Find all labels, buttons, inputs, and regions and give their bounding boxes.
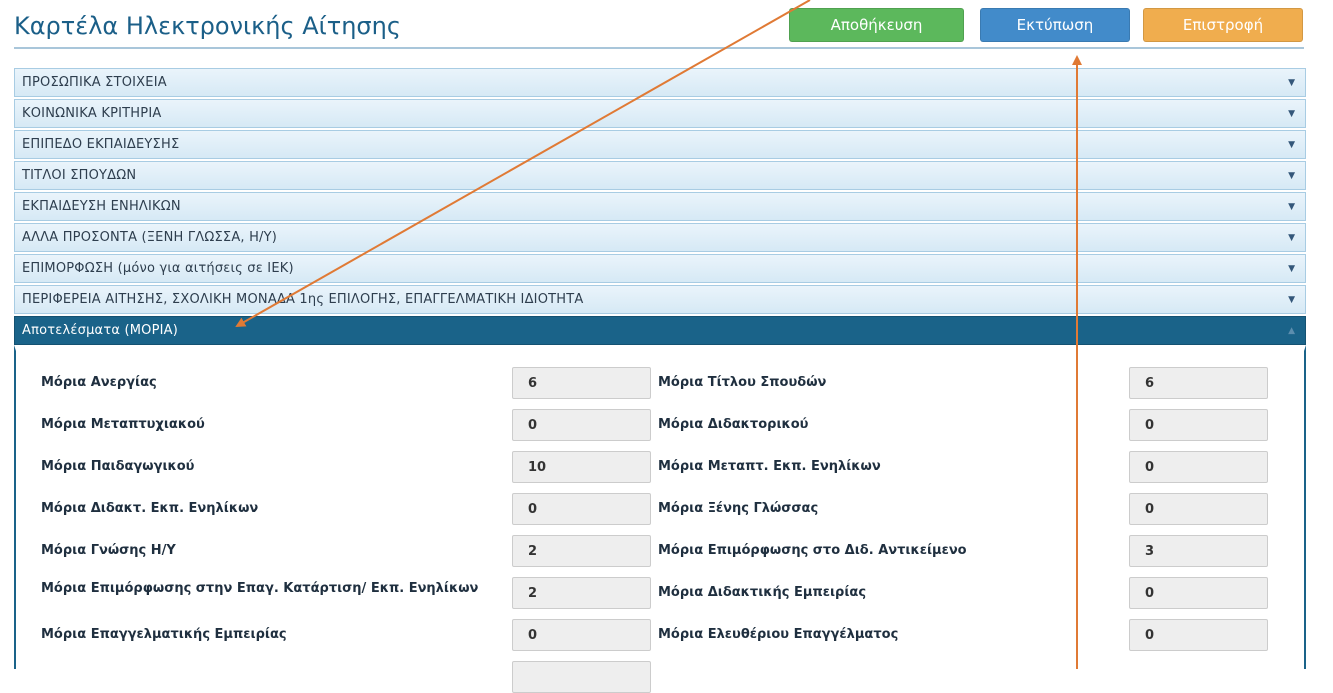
page-header: Καρτέλα Ηλεκτρονικής Αίτησης Αποθήκευση … <box>0 0 1333 52</box>
score-field: 2 <box>512 535 651 567</box>
back-button[interactable]: Επιστροφή <box>1143 8 1303 42</box>
save-button[interactable]: Αποθήκευση <box>789 8 964 42</box>
results-panel: Μόρια Ανεργίας 6 Μόρια Τίτλου Σπουδών 6 … <box>14 345 1306 693</box>
score-field: 0 <box>1129 619 1268 651</box>
score-field: 6 <box>1129 367 1268 399</box>
field-label: Μόρια Ελευθέριου Επαγγέλματος <box>658 627 899 642</box>
score-field: 10 <box>512 451 651 483</box>
application-accordion: ΠΡΟΣΩΠΙΚΑ ΣΤΟΙΧΕΙΑ ▼ ΚΟΙΝΩΝΙΚΑ ΚΡΙΤΗΡΙΑ … <box>14 68 1306 345</box>
caret-down-icon: ▼ <box>1288 108 1295 119</box>
caret-up-icon: ▲ <box>1288 325 1295 336</box>
field-label: Μόρια Διδακτ. Εκπ. Ενηλίκων <box>41 501 259 516</box>
accordion-label: ΕΠΙΠΕΔΟ ΕΚΠΑΙΔΕΥΣΗΣ <box>22 137 180 152</box>
caret-down-icon: ▼ <box>1288 294 1295 305</box>
caret-down-icon: ▼ <box>1288 170 1295 181</box>
accordion-label: ΚΟΙΝΩΝΙΚΑ ΚΡΙΤΗΡΙΑ <box>22 106 162 121</box>
title-divider <box>14 47 1304 49</box>
score-field: 0 <box>512 493 651 525</box>
field-label: Μόρια Γνώσης Η/Υ <box>41 543 176 558</box>
score-field: 0 <box>512 619 651 651</box>
field-label: Μόρια Μεταπτυχιακού <box>41 417 205 432</box>
field-label: Μόρια Επαγγελματικής Εμπειρίας <box>41 627 287 642</box>
field-label: Μόρια Ανεργίας <box>41 375 157 390</box>
accordion-label: Αποτελέσματα (ΜΟΡΙΑ) <box>22 323 179 338</box>
accordion-label: ΑΛΛΑ ΠΡΟΣΟΝΤΑ (ΞΕΝΗ ΓΛΩΣΣΑ, Η/Υ) <box>22 230 278 245</box>
field-label: Μόρια Παιδαγωγικού <box>41 459 195 474</box>
print-button[interactable]: Εκτύπωση <box>980 8 1130 42</box>
field-label: Μόρια Τίτλου Σπουδών <box>658 375 827 390</box>
accordion-degrees[interactable]: ΤΙΤΛΟΙ ΣΠΟΥΔΩΝ ▼ <box>14 161 1306 190</box>
score-field <box>512 661 651 693</box>
score-field: 0 <box>1129 451 1268 483</box>
field-label: Μόρια Επιμόρφωσης στο Διδ. Αντικείμενο <box>658 543 967 558</box>
accordion-label: ΕΚΠΑΙΔΕΥΣΗ ΕΝΗΛΙΚΩΝ <box>22 199 181 214</box>
caret-down-icon: ▼ <box>1288 232 1295 243</box>
accordion-label: ΕΠΙΜΟΡΦΩΣΗ (μόνο για αιτήσεις σε ΙΕΚ) <box>22 261 294 276</box>
page-title: Καρτέλα Ηλεκτρονικής Αίτησης <box>14 12 401 40</box>
accordion-label: ΠΕΡΙΦΕΡΕΙΑ ΑΙΤΗΣΗΣ, ΣΧΟΛΙΚΗ ΜΟΝΑΔΑ 1ης Ε… <box>22 292 584 307</box>
accordion-results[interactable]: Αποτελέσματα (ΜΟΡΙΑ) ▲ <box>14 316 1306 345</box>
accordion-social-criteria[interactable]: ΚΟΙΝΩΝΙΚΑ ΚΡΙΤΗΡΙΑ ▼ <box>14 99 1306 128</box>
score-field: 0 <box>1129 409 1268 441</box>
caret-down-icon: ▼ <box>1288 139 1295 150</box>
accordion-personal-details[interactable]: ΠΡΟΣΩΠΙΚΑ ΣΤΟΙΧΕΙΑ ▼ <box>14 68 1306 97</box>
accordion-adult-education[interactable]: ΕΚΠΑΙΔΕΥΣΗ ΕΝΗΛΙΚΩΝ ▼ <box>14 192 1306 221</box>
field-label: Μόρια Επιμόρφωσης στην Επαγ. Κατάρτιση/ … <box>41 581 479 596</box>
accordion-training[interactable]: ΕΠΙΜΟΡΦΩΣΗ (μόνο για αιτήσεις σε ΙΕΚ) ▼ <box>14 254 1306 283</box>
score-field: 0 <box>1129 493 1268 525</box>
caret-down-icon: ▼ <box>1288 77 1295 88</box>
caret-down-icon: ▼ <box>1288 201 1295 212</box>
accordion-label: ΠΡΟΣΩΠΙΚΑ ΣΤΟΙΧΕΙΑ <box>22 75 167 90</box>
accordion-other-qualifications[interactable]: ΑΛΛΑ ΠΡΟΣΟΝΤΑ (ΞΕΝΗ ΓΛΩΣΣΑ, Η/Υ) ▼ <box>14 223 1306 252</box>
score-field: 0 <box>1129 577 1268 609</box>
score-field: 6 <box>512 367 651 399</box>
field-label: Μόρια Διδακτικής Εμπειρίας <box>658 585 867 600</box>
field-label: Μόρια Διδακτορικού <box>658 417 809 432</box>
caret-down-icon: ▼ <box>1288 263 1295 274</box>
accordion-label: ΤΙΤΛΟΙ ΣΠΟΥΔΩΝ <box>22 168 137 183</box>
accordion-education-level[interactable]: ΕΠΙΠΕΔΟ ΕΚΠΑΙΔΕΥΣΗΣ ▼ <box>14 130 1306 159</box>
score-field: 3 <box>1129 535 1268 567</box>
field-label: Μόρια Ξένης Γλώσσας <box>658 501 819 516</box>
score-field: 2 <box>512 577 651 609</box>
accordion-region-school[interactable]: ΠΕΡΙΦΕΡΕΙΑ ΑΙΤΗΣΗΣ, ΣΧΟΛΙΚΗ ΜΟΝΑΔΑ 1ης Ε… <box>14 285 1306 314</box>
score-field: 0 <box>512 409 651 441</box>
field-label: Μόρια Μεταπτ. Εκπ. Ενηλίκων <box>658 459 881 474</box>
